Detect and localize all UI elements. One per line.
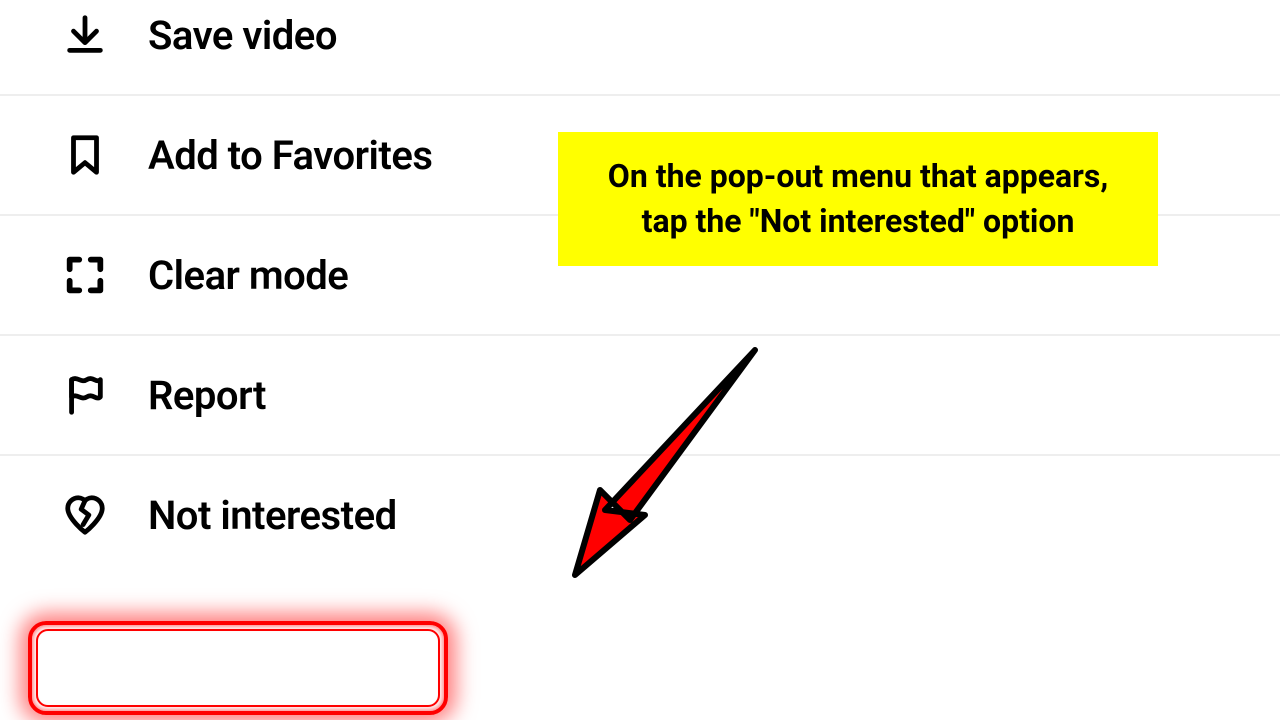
highlight-box bbox=[28, 621, 448, 715]
bookmark-icon bbox=[60, 130, 110, 180]
menu-item-label: Not interested bbox=[148, 492, 397, 539]
menu-item-label: Save video bbox=[148, 12, 337, 59]
menu-item-label: Clear mode bbox=[148, 252, 348, 299]
menu-item-label: Report bbox=[148, 372, 266, 419]
download-icon bbox=[60, 10, 110, 60]
instruction-callout: On the pop-out menu that appears, tap th… bbox=[558, 132, 1158, 266]
broken-heart-icon bbox=[60, 490, 110, 540]
save-video-option[interactable]: Save video bbox=[0, 0, 1280, 96]
flag-icon bbox=[60, 370, 110, 420]
menu-item-label: Add to Favorites bbox=[148, 132, 432, 179]
report-option[interactable]: Report bbox=[0, 336, 1280, 456]
callout-text: On the pop-out menu that appears, tap th… bbox=[608, 157, 1108, 240]
not-interested-option[interactable]: Not interested bbox=[0, 456, 1280, 574]
popout-menu: Save video Add to Favorites Clear mode bbox=[0, 0, 1280, 574]
fullscreen-icon bbox=[60, 250, 110, 300]
